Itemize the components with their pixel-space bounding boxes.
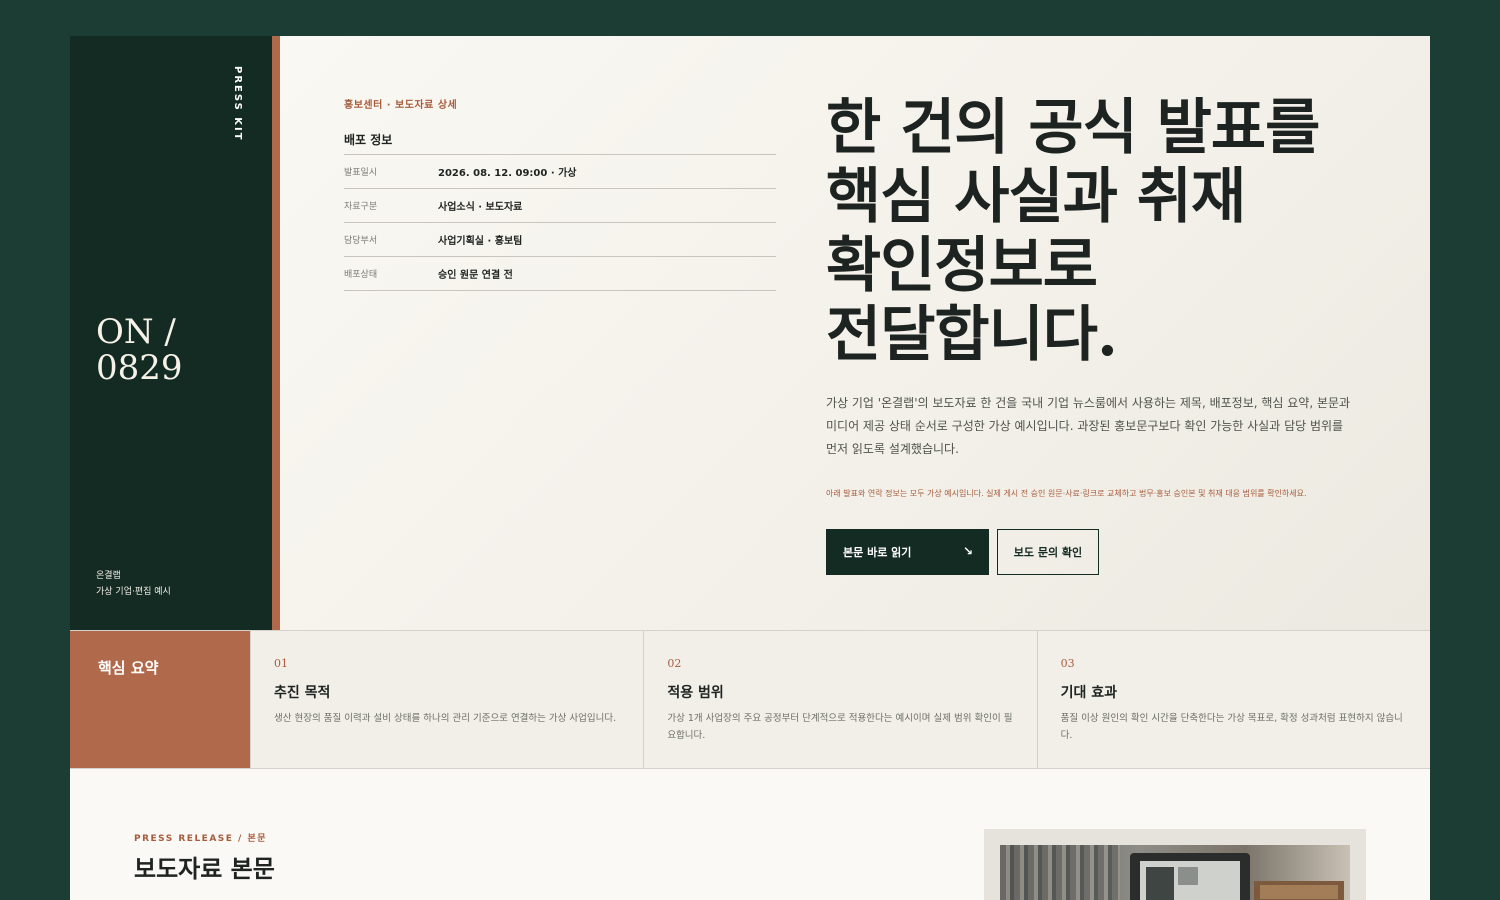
summary-description: 품질 이상 원인의 확인 시간을 단축한다는 가상 목표로, 확정 성과처럼 표… — [1060, 713, 1403, 741]
press-kit-label: PRESS KIT — [232, 66, 243, 142]
media-card — [984, 829, 1366, 900]
release-code-line-1: ON / — [96, 312, 176, 352]
summary-item: 03 기대 효과 품질 이상 원인의 확인 시간을 단축한다는 가상 목표로, … — [1036, 631, 1430, 768]
brand-block: 온결랩 가상 기업·편집 예시 — [96, 568, 171, 600]
info-value: 사업소식 · 보도자료 — [438, 202, 523, 213]
breadcrumb[interactable]: 홍보센터 · 보도자료 상세 — [344, 96, 457, 111]
headline-line: 한 건의 공식 발표를 — [826, 93, 1320, 163]
photo-screen-panel — [1178, 867, 1198, 885]
summary-number: 02 — [667, 657, 682, 670]
summary-title: 적용 범위 — [667, 685, 724, 701]
photo-shelf — [1000, 845, 1120, 900]
arrow-down-right-icon: ↘ — [962, 544, 973, 558]
summary-number: 03 — [1060, 657, 1075, 670]
press-photo[interactable] — [1000, 845, 1350, 900]
read-body-button[interactable]: 본문 바로 읽기 ↘ — [826, 529, 989, 575]
hero-section: 홍보센터 · 보도자료 상세 배포 정보 발표일시 2026. 08. 12. … — [280, 36, 1430, 630]
headline-line: 전달합니다. — [826, 300, 1118, 370]
summary-item: 01 추진 목적 생산 현장의 품질 이력과 설비 상태를 하나의 관리 기준으… — [250, 631, 643, 768]
photo-box-lid — [1260, 885, 1338, 899]
headline-line: 핵심 사실과 취재 — [826, 162, 1246, 232]
release-code-line-2: 0829 — [96, 348, 183, 388]
press-release-body-section: PRESS RELEASE / 본문 보도자료 본문 — [70, 769, 1430, 900]
release-code: ON / 0829 — [96, 314, 183, 386]
info-key: 발표일시 — [344, 168, 378, 178]
lead-line: 미디어 제공 상태 순서로 구성한 가상 예시입니다. 과장된 홍보문구보다 확… — [826, 419, 1344, 433]
summary-number: 01 — [274, 657, 288, 670]
info-row: 발표일시 2026. 08. 12. 09:00 · 가상 — [344, 155, 776, 189]
read-body-button-label: 본문 바로 읽기 — [843, 546, 912, 559]
info-key: 배포상태 — [344, 270, 378, 280]
info-row: 담당부서 사업기획실 · 홍보팀 — [344, 223, 776, 257]
brand-description: 가상 기업·편집 예시 — [96, 587, 171, 597]
summary-title: 추진 목적 — [274, 685, 331, 701]
summary-item: 02 적용 범위 가상 1개 사업장의 주요 공정부터 단계적으로 적용한다는 … — [643, 631, 1036, 768]
lead-paragraph: 가상 기업 '온결랩'의 보도자료 한 건을 국내 기업 뉴스룸에서 사용하는 … — [826, 392, 1366, 461]
summary-description: 가상 1개 사업장의 주요 공정부터 단계적으로 적용한다는 예시이며 실제 범… — [667, 713, 1013, 741]
summary-description: 생산 현장의 품질 이력과 설비 상태를 하나의 관리 기준으로 연결하는 가상… — [274, 713, 617, 724]
info-value: 사업기획실 · 홍보팀 — [438, 236, 523, 247]
disclaimer-note: 아래 발표와 연락 정보는 모두 가상 예시입니다. 실제 게시 전 승인 원문… — [826, 489, 1307, 498]
sidebar-accent-stripe — [272, 36, 280, 630]
press-inquiry-button[interactable]: 보도 문의 확인 — [997, 529, 1099, 575]
info-row: 자료구분 사업소식 · 보도자료 — [344, 189, 776, 223]
key-summary-section: 핵심 요약 01 추진 목적 생산 현장의 품질 이력과 설비 상태를 하나의 … — [70, 630, 1430, 769]
summary-label: 핵심 요약 — [70, 631, 250, 768]
info-row: 배포상태 승인 원문 연결 전 — [344, 257, 776, 291]
summary-title: 기대 효과 — [1060, 685, 1118, 701]
photo-screen-panel — [1146, 867, 1174, 900]
press-kit-sidebar: PRESS KIT ON / 0829 온결랩 가상 기업·편집 예시 — [70, 36, 272, 630]
distribution-info-title: 배포 정보 — [344, 133, 393, 147]
brand-name: 온결랩 — [96, 571, 121, 581]
distribution-info-table: 발표일시 2026. 08. 12. 09:00 · 가상 자료구분 사업소식 … — [344, 154, 776, 291]
lead-line: 가상 기업 '온결랩'의 보도자료 한 건을 국내 기업 뉴스룸에서 사용하는 … — [826, 396, 1351, 410]
info-key: 담당부서 — [344, 236, 378, 246]
section-kicker: PRESS RELEASE / 본문 — [134, 834, 268, 844]
info-key: 자료구분 — [344, 202, 378, 212]
info-value: 2026. 08. 12. 09:00 · 가상 — [438, 168, 577, 179]
headline-line: 확인정보로 — [826, 231, 1098, 301]
lead-line: 먼저 읽도록 설계했습니다. — [826, 442, 959, 456]
page-headline: 한 건의 공식 발표를 핵심 사실과 취재 확인정보로 전달합니다. — [826, 94, 1346, 370]
press-page: PRESS KIT ON / 0829 온결랩 가상 기업·편집 예시 홍보센터… — [70, 36, 1430, 900]
section-title: 보도자료 본문 — [134, 855, 275, 883]
info-value: 승인 원문 연결 전 — [438, 270, 513, 281]
